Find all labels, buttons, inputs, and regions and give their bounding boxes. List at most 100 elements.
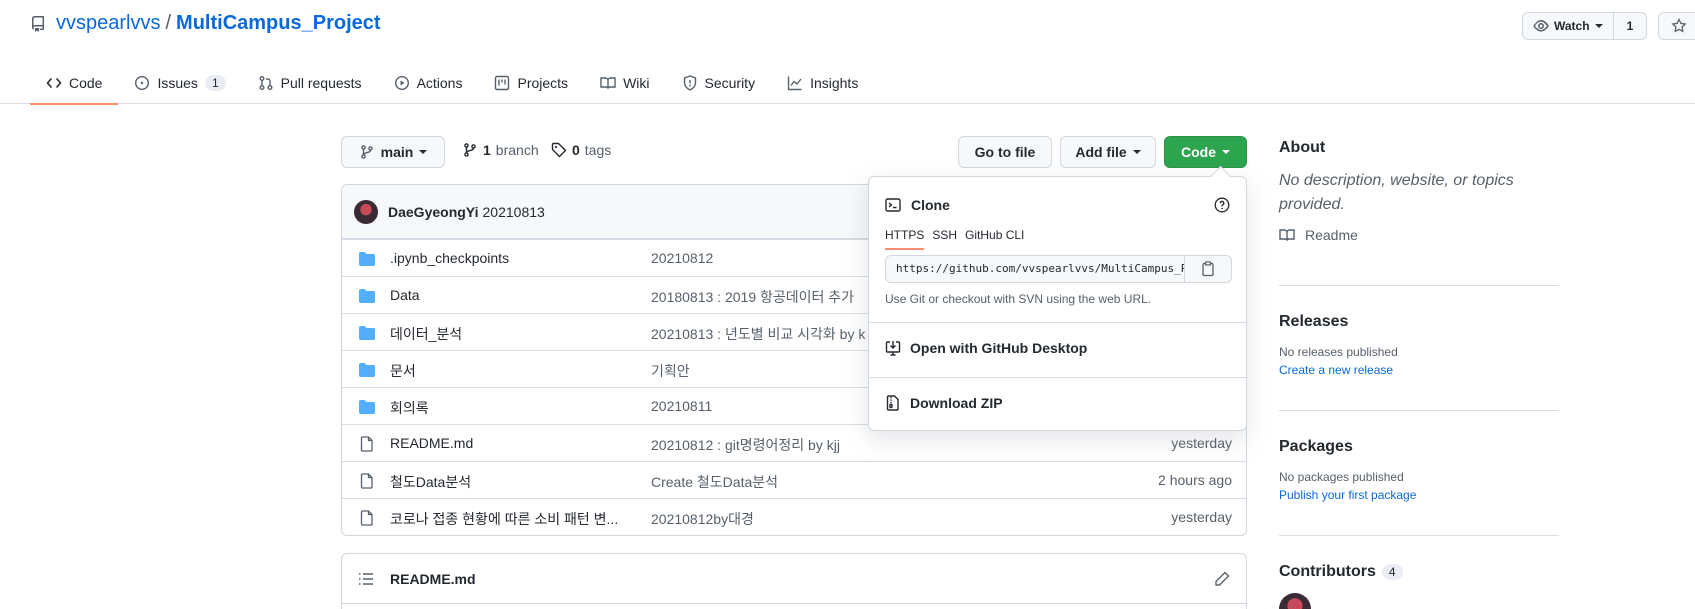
commit-message-link[interactable]: 20210813 : 년도별 비교 시각화 by k bbox=[651, 324, 865, 344]
tags-link[interactable]: 0 tags bbox=[551, 142, 611, 158]
tab-label: Insights bbox=[810, 75, 859, 91]
table-row[interactable]: 코로나 접종 현황에 따른 소비 패턴 변... 20210812by대경 yest… bbox=[342, 498, 1246, 535]
tab-actions[interactable]: Actions bbox=[378, 62, 479, 104]
tab-label: Code bbox=[69, 75, 103, 91]
add-file-button[interactable]: Add file bbox=[1060, 136, 1156, 168]
clone-url-input[interactable]: https://github.com/vvspearlvvs/MultiCamp… bbox=[885, 255, 1185, 283]
star-button[interactable] bbox=[1658, 12, 1695, 40]
commit-author[interactable]: DaeGyeongYi bbox=[388, 204, 479, 220]
branches-link[interactable]: 1 branch bbox=[462, 142, 539, 158]
file-name-link[interactable]: README.md bbox=[390, 435, 473, 451]
commit-message-link[interactable]: 20210812 : git명령어정리 by kjj bbox=[651, 435, 840, 455]
clone-hint: Use Git or checkout with SVN using the w… bbox=[885, 292, 1152, 306]
watch-button-group: Watch 1 bbox=[1522, 12, 1648, 40]
chevron-down-icon bbox=[1594, 24, 1603, 28]
add-file-label: Add file bbox=[1075, 144, 1127, 160]
watch-count[interactable]: 1 bbox=[1614, 19, 1647, 33]
download-zip-item[interactable]: Download ZIP bbox=[885, 395, 1003, 411]
tab-pull-requests[interactable]: Pull requests bbox=[242, 62, 378, 104]
releases-section: Releases No releases published Create a … bbox=[1279, 313, 1559, 377]
branch-count: 1 bbox=[483, 142, 491, 158]
commit-message-link[interactable]: 기획안 bbox=[651, 361, 690, 381]
copy-url-button[interactable] bbox=[1184, 255, 1232, 283]
divider bbox=[1279, 535, 1559, 536]
download-zip-label: Download ZIP bbox=[910, 395, 1003, 411]
tab-github-cli[interactable]: GitHub CLI bbox=[965, 228, 1024, 250]
open-desktop-label: Open with GitHub Desktop bbox=[910, 340, 1088, 356]
project-icon bbox=[495, 75, 510, 91]
contributors-title[interactable]: Contributors bbox=[1279, 563, 1376, 581]
tab-https[interactable]: HTTPS bbox=[885, 228, 925, 250]
folder-icon bbox=[359, 399, 375, 415]
avatar[interactable] bbox=[354, 199, 378, 224]
book-icon bbox=[600, 77, 616, 89]
book-icon bbox=[1279, 229, 1295, 241]
packages-title[interactable]: Packages bbox=[1279, 438, 1559, 456]
tab-label: Actions bbox=[416, 75, 463, 91]
tab-ssh[interactable]: SSH bbox=[932, 228, 957, 250]
play-icon bbox=[394, 75, 409, 91]
publish-package-link[interactable]: Publish your first package bbox=[1279, 488, 1559, 502]
branch-select-button[interactable]: main bbox=[341, 136, 445, 168]
tab-code[interactable]: Code bbox=[30, 62, 119, 105]
commit-message-link[interactable]: 20210811 bbox=[651, 398, 712, 414]
branch-icon bbox=[464, 143, 476, 157]
file-icon bbox=[359, 510, 375, 526]
go-to-file-button[interactable]: Go to file bbox=[958, 136, 1052, 168]
tab-security[interactable]: Security bbox=[666, 62, 772, 104]
commit-message-link[interactable]: Create 철도Data분석 bbox=[651, 472, 778, 492]
file-name-link[interactable]: 데이터_분석 bbox=[390, 324, 462, 344]
divider bbox=[869, 322, 1246, 323]
file-name-link[interactable]: Data bbox=[390, 287, 420, 303]
tab-wiki[interactable]: Wiki bbox=[584, 62, 665, 104]
create-release-link[interactable]: Create a new release bbox=[1279, 363, 1559, 377]
code-button[interactable]: Code bbox=[1164, 136, 1247, 168]
readme-link-label: Readme bbox=[1305, 227, 1358, 243]
tab-issues[interactable]: Issues 1 bbox=[118, 62, 241, 104]
commit-message[interactable]: 20210813 bbox=[483, 204, 545, 220]
file-name-link[interactable]: .ipynb_checkpoints bbox=[390, 250, 509, 266]
commit-message-link[interactable]: 20180813 : 2019 항공데이터 추가 bbox=[651, 287, 854, 307]
repo-icon bbox=[31, 15, 44, 32]
terminal-icon bbox=[885, 198, 901, 212]
clone-header: Clone bbox=[885, 197, 950, 213]
releases-title[interactable]: Releases bbox=[1279, 313, 1559, 331]
help-icon[interactable] bbox=[1214, 197, 1230, 213]
file-name-link[interactable]: 문서 bbox=[390, 361, 416, 381]
file-icon bbox=[359, 436, 375, 452]
code-button-label: Code bbox=[1181, 144, 1216, 160]
file-zip-icon bbox=[886, 395, 899, 411]
repo-owner-link[interactable]: vvspearlvvs bbox=[56, 12, 160, 35]
repo-header: vvspearlvvs / MultiCampus_Project Watch … bbox=[0, 0, 1695, 105]
avatar[interactable] bbox=[1279, 593, 1311, 609]
file-name-link[interactable]: 철도Data분석 bbox=[390, 472, 471, 492]
commit-message-link[interactable]: 20210812 bbox=[651, 250, 713, 266]
about-section: About No description, website, or topics… bbox=[1279, 139, 1559, 243]
readme-link[interactable]: Readme bbox=[1279, 227, 1559, 243]
watch-label: Watch bbox=[1554, 19, 1590, 33]
packages-section: Packages No packages published Publish y… bbox=[1279, 438, 1559, 502]
file-name-link[interactable]: 회의록 bbox=[390, 398, 429, 418]
tag-count: 0 bbox=[572, 142, 580, 158]
list-icon[interactable] bbox=[358, 571, 374, 587]
pencil-icon[interactable] bbox=[1214, 571, 1230, 587]
readme-panel: README.md bbox=[341, 553, 1247, 609]
file-name-link[interactable]: 코로나 접종 현황에 따른 소비 패턴 변... bbox=[390, 509, 618, 529]
open-desktop-item[interactable]: Open with GitHub Desktop bbox=[885, 340, 1087, 356]
table-row[interactable]: 철도Data분석 Create 철도Data분석 2 hours ago bbox=[342, 461, 1246, 498]
folder-icon bbox=[359, 288, 375, 304]
tab-label: Pull requests bbox=[280, 75, 362, 91]
about-description: No description, website, or topics provi… bbox=[1279, 172, 1514, 213]
contributors-count: 4 bbox=[1381, 564, 1403, 580]
commit-age: yesterday bbox=[1171, 509, 1232, 525]
code-icon bbox=[46, 78, 62, 88]
repo-name-link[interactable]: MultiCampus_Project bbox=[176, 12, 380, 35]
desktop-download-icon bbox=[885, 341, 901, 356]
eye-icon bbox=[1533, 20, 1549, 32]
commit-message-link[interactable]: 20210812by대경 bbox=[651, 509, 754, 529]
tab-projects[interactable]: Projects bbox=[478, 62, 584, 104]
chevron-down-icon bbox=[419, 150, 428, 154]
watch-button[interactable]: Watch bbox=[1523, 13, 1614, 39]
tab-label: Issues bbox=[157, 75, 198, 91]
tab-insights[interactable]: Insights bbox=[771, 62, 874, 104]
